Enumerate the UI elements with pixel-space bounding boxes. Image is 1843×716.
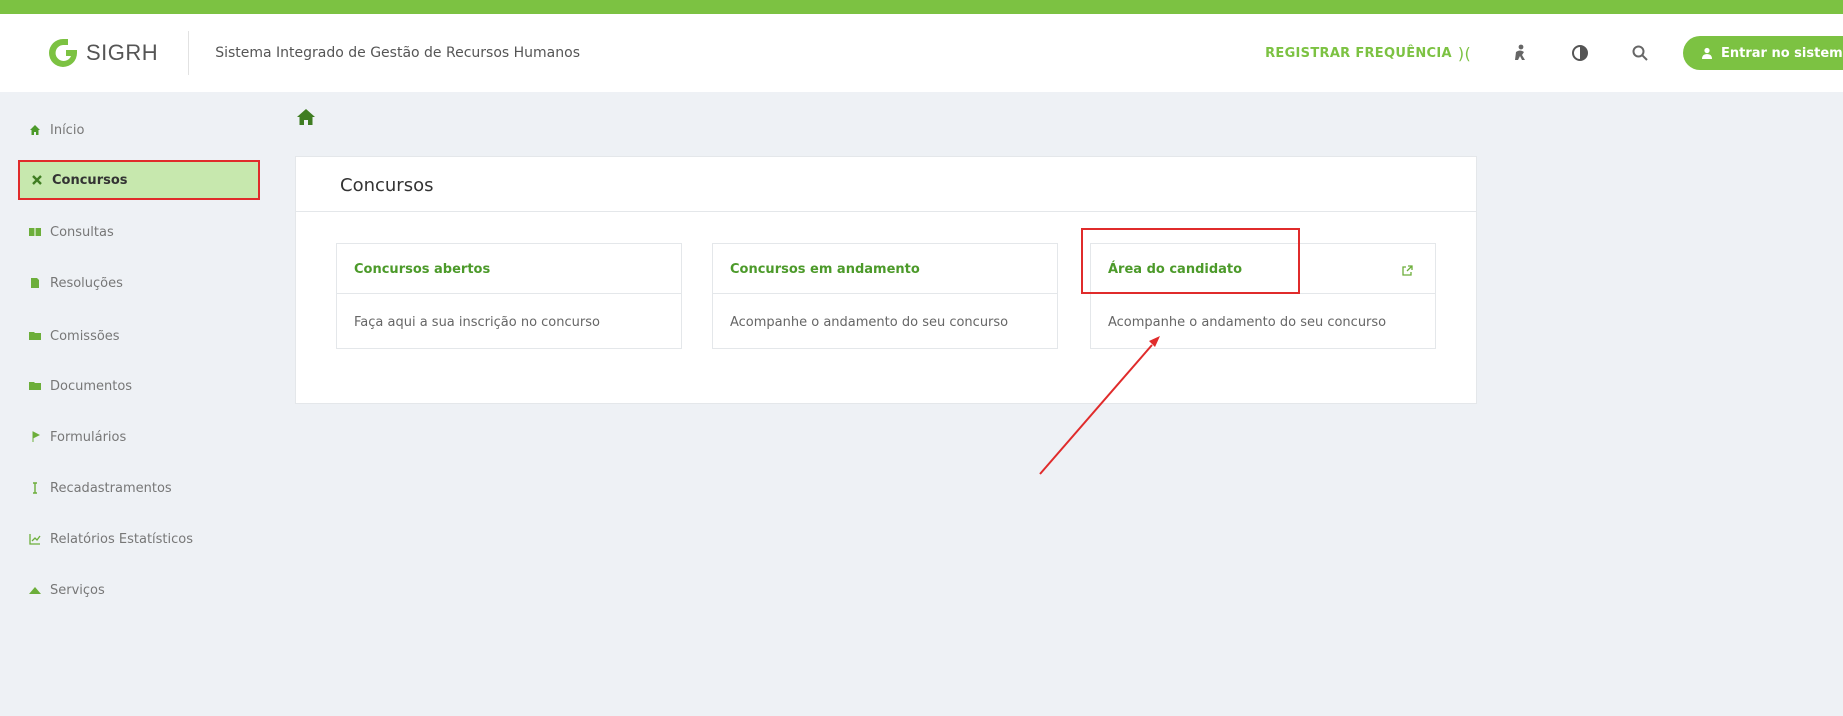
sidebar-item-recadastramentos[interactable]: Recadastramentos [18,468,260,508]
folder-icon [28,329,42,343]
top-header: SIGRH Sistema Integrado de Gestão de Rec… [0,14,1843,92]
chart-icon [28,532,42,546]
breadcrumb-home-icon[interactable] [296,108,316,130]
sidebar-item-consultas[interactable]: Consultas [18,212,260,252]
sidebar-item-concursos[interactable]: Concursos [18,160,260,200]
accessibility-icon[interactable] [1509,42,1531,64]
sigrh-logo[interactable]: SIGRH [46,36,158,70]
sidebar-item-inicio[interactable]: Início [18,110,260,150]
flag-icon [28,430,42,444]
panel-divider [296,211,1476,212]
card-divider [713,293,1057,294]
mountain-icon [28,583,42,597]
register-attendance-label: REGISTRAR FREQUÊNCIA [1265,45,1452,61]
header-actions: REGISTRAR FREQUÊNCIA )( Entrar no sistem… [1265,14,1843,92]
id-icon [28,481,42,495]
fingerprint-icon: )( [1457,43,1471,63]
sidebar-item-label: Formulários [50,429,127,445]
file-icon [28,276,42,290]
sidebar-item-label: Resoluções [50,275,123,291]
sidebar-item-label: Comissões [50,328,120,344]
system-name: Sistema Integrado de Gestão de Recursos … [215,45,580,61]
contrast-icon[interactable] [1569,42,1591,64]
panel-title: Concursos [340,175,434,196]
login-label: Entrar no sistema [1721,45,1843,61]
register-attendance-link[interactable]: REGISTRAR FREQUÊNCIA )( [1265,44,1471,63]
top-accent-bar [0,0,1843,14]
card-concursos-abertos[interactable]: Concursos abertos Faça aqui a sua inscri… [336,243,682,349]
card-divider [337,293,681,294]
card-description: Faça aqui a sua inscrição no concurso [354,315,600,330]
folder-icon [28,379,42,393]
sigrh-logo-icon [49,39,77,67]
sidebar-item-label: Serviços [50,582,105,598]
home-icon [28,123,42,137]
login-button[interactable]: Entrar no sistema [1683,36,1843,70]
table-icon [28,225,42,239]
search-icon[interactable] [1629,42,1651,64]
card-description: Acompanhe o andamento do seu concurso [730,315,1009,330]
concursos-panel: Concursos Concursos abertos Faça aqui a … [295,156,1477,404]
sidebar-item-servicos[interactable]: Serviços [18,570,260,610]
logo-text: SIGRH [86,40,159,65]
external-link-icon [1401,262,1413,281]
card-title: Concursos em andamento [730,262,920,277]
sidebar-item-label: Recadastramentos [50,480,172,496]
sidebar-item-documentos[interactable]: Documentos [18,366,260,406]
header-divider [188,31,190,75]
sidebar-item-relatorios-estatisticos[interactable]: Relatórios Estatísticos [18,519,260,559]
card-description: Acompanhe o andamento do seu concurso [1108,315,1387,330]
card-title: Área do candidato [1108,262,1243,277]
sidebar-item-comissoes[interactable]: Comissões [18,316,260,356]
sidebar-item-label: Consultas [50,224,114,240]
sidebar-item-resolucoes[interactable]: Resoluções [18,263,260,303]
tools-icon [30,173,44,187]
user-icon [1702,47,1712,59]
sidebar-item-label: Início [50,122,85,138]
card-concursos-em-andamento[interactable]: Concursos em andamento Acompanhe o andam… [712,243,1058,349]
sidebar-item-formularios[interactable]: Formulários [18,417,260,457]
card-divider [1091,293,1435,294]
sidebar-item-label: Relatórios Estatísticos [50,531,194,547]
sidebar-item-label: Concursos [52,172,128,188]
card-area-do-candidato[interactable]: Área do candidato Acompanhe o andamento … [1090,243,1436,349]
card-title: Concursos abertos [354,262,491,277]
sidebar-item-label: Documentos [50,378,133,394]
